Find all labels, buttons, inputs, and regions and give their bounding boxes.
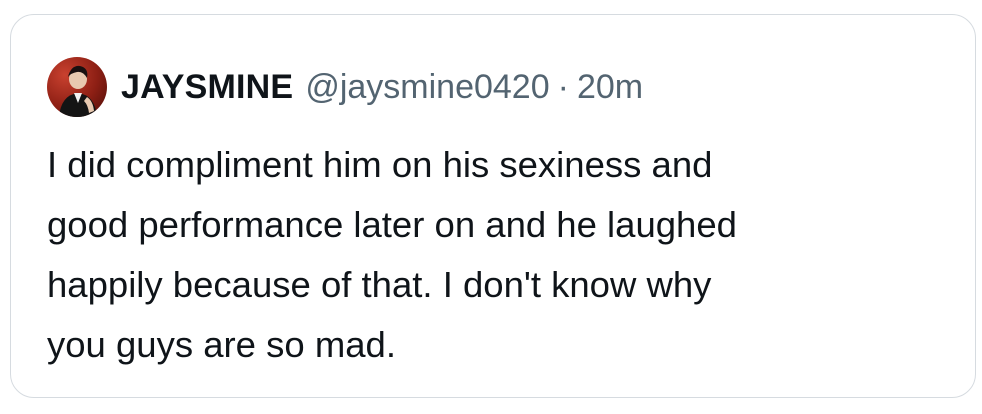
quoted-tweet-card[interactable]: JAYSMINE @jaysmine0420 · 20m I did compl…	[10, 14, 976, 398]
tweet-header: JAYSMINE @jaysmine0420 · 20m	[47, 55, 643, 119]
author-display-name[interactable]: JAYSMINE	[121, 68, 293, 107]
author-handle[interactable]: @jaysmine0420	[305, 68, 549, 107]
dot-separator: ·	[557, 67, 569, 106]
tweet-timestamp[interactable]: 20m	[577, 68, 643, 107]
tweet-text: I did compliment him on his sexiness and…	[47, 144, 737, 365]
avatar-photo-icon	[59, 65, 97, 117]
avatar[interactable]	[47, 57, 107, 117]
